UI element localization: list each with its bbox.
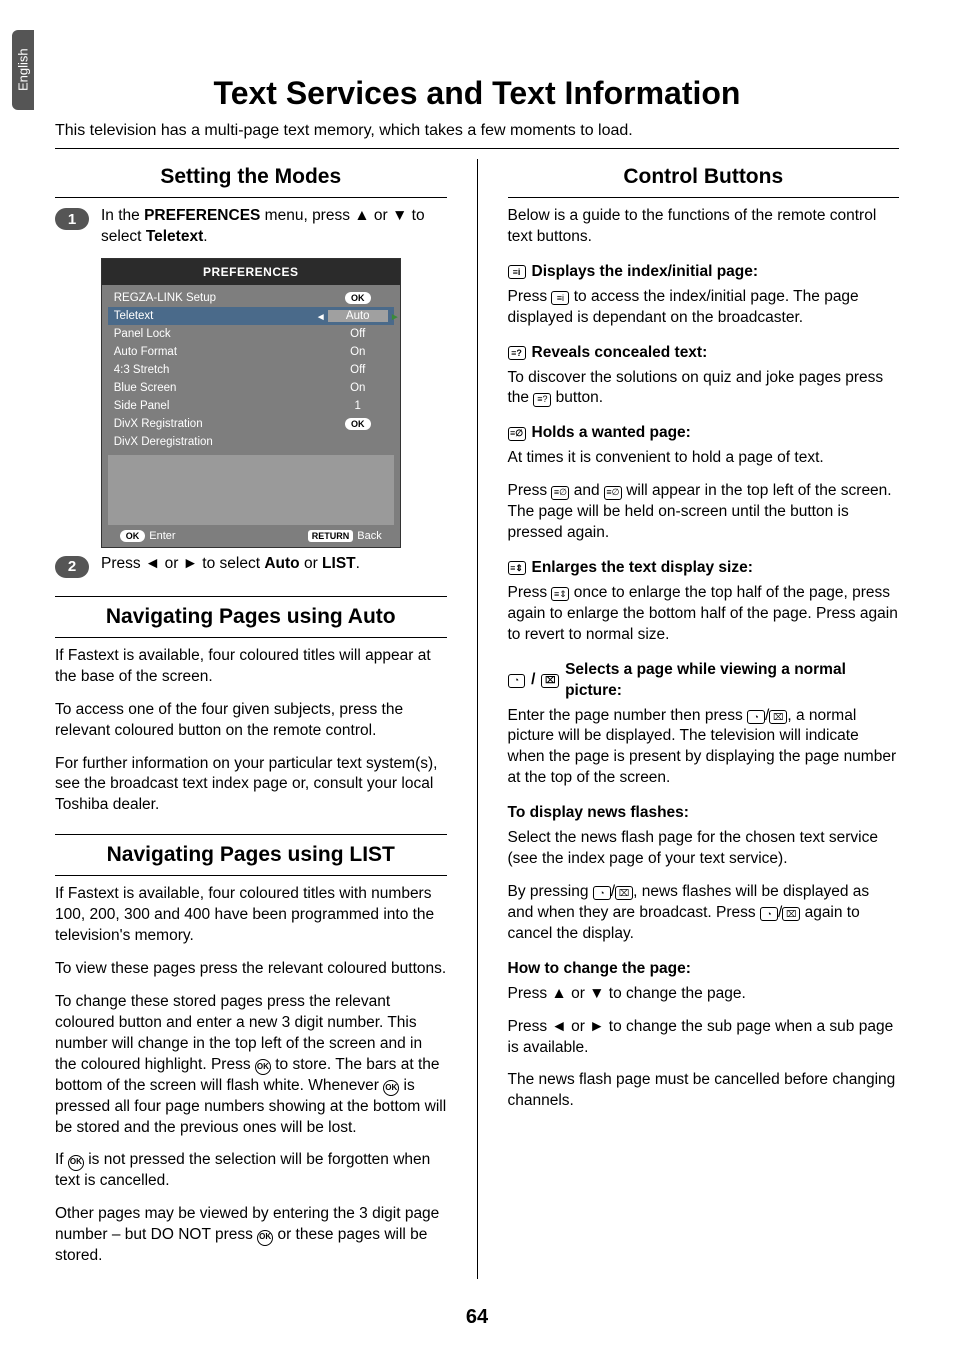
panel-body: REGZA-LINK Setup OK Teletext ◄ Auto ► Pa… — [102, 285, 400, 451]
page-number: 64 — [0, 1306, 954, 1329]
section-rule — [55, 637, 447, 638]
paragraph: If OK is not pressed the selection will … — [55, 1150, 447, 1192]
subheading: ≡∅ Holds a wanted page: — [508, 423, 900, 444]
text-size-icon: ≡⇕ — [551, 587, 569, 601]
manual-page: English Text Services and Text Informati… — [0, 0, 954, 1354]
panel-row: Blue ScreenOn — [108, 379, 394, 397]
panel-row-label: REGZA-LINK Setup — [114, 292, 328, 304]
paragraph: Below is a guide to the functions of the… — [508, 206, 900, 248]
text-index-icon: ≡i — [551, 291, 569, 305]
return-pill-icon: RETURN — [308, 530, 354, 542]
text-hold-icon: ≡∅ — [508, 427, 526, 441]
preferences-osd-panel: PREFERENCES REGZA-LINK Setup OK Teletext… — [101, 258, 401, 548]
tv-cancel-icon: ⌧ — [782, 907, 800, 921]
panel-row-label: Teletext — [114, 310, 328, 322]
step-text: In the PREFERENCES menu, press ▲ or ▼ to… — [101, 206, 447, 248]
tv-cancel-icon: ⌧ — [769, 710, 787, 724]
panel-row-value: OK — [328, 292, 388, 304]
paragraph: Press ▲ or ▼ to change the page. — [508, 984, 900, 1005]
ok-button-icon: OK — [255, 1059, 271, 1075]
right-column: Control Buttons Below is a guide to the … — [508, 159, 900, 1279]
paragraph: To access one of the four given subjects… — [55, 700, 447, 742]
tv-cancel-icon: ⌧ — [615, 886, 633, 900]
section-rule — [55, 875, 447, 876]
paragraph: Select the news flash page for the chose… — [508, 828, 900, 870]
paragraph: For further information on your particul… — [55, 754, 447, 817]
paragraph: Press ≡i to access the index/initial pag… — [508, 287, 900, 329]
intro-text: This television has a multi-page text me… — [55, 122, 899, 140]
step-number-badge: 2 — [55, 556, 89, 578]
panel-row: Side Panel1 — [108, 397, 394, 415]
panel-row: Auto FormatOn — [108, 343, 394, 361]
section-heading: Navigating Pages using LIST — [55, 843, 447, 867]
left-arrow-icon: ◄ — [316, 312, 326, 323]
subheading: ≡⇕ Enlarges the text display size: — [508, 558, 900, 579]
section-heading: Control Buttons — [508, 165, 900, 189]
right-arrow-icon: ► — [390, 312, 400, 323]
panel-row: Panel LockOff — [108, 325, 394, 343]
panel-footer: OK Enter RETURN Back — [102, 525, 400, 547]
subheading: ≡? Reveals concealed text: — [508, 343, 900, 364]
ok-button-icon: OK — [68, 1155, 84, 1171]
clock-icon: ◔ — [593, 886, 611, 900]
subheading: ◔/⌧ Selects a page while viewing a norma… — [508, 660, 900, 702]
section-heading: Setting the Modes — [55, 165, 447, 189]
ok-button-icon: OK — [383, 1080, 399, 1096]
paragraph: At times it is convenient to hold a page… — [508, 448, 900, 469]
subheading: ≡i Displays the index/initial page: — [508, 262, 900, 283]
panel-row: REGZA-LINK Setup OK — [108, 289, 394, 307]
step-2: 2 Press ◄ or ► to select Auto or LIST. — [55, 554, 447, 578]
paragraph: Press ≡⇕ once to enlarge the top half of… — [508, 583, 900, 646]
clock-icon: ◔ — [747, 710, 765, 724]
paragraph: Enter the page number then press ◔/⌧, a … — [508, 706, 900, 790]
clock-icon: ◔ — [508, 674, 526, 688]
paragraph: To view these pages press the relevant c… — [55, 959, 447, 980]
subheading: How to change the page: — [508, 959, 900, 980]
tv-cancel-icon: ⌧ — [541, 674, 559, 688]
paragraph: Press ≡∅ and ≡∅ will appear in the top l… — [508, 481, 900, 544]
text-index-icon: ≡i — [508, 265, 526, 279]
paragraph: Press ◄ or ► to change the sub page when… — [508, 1017, 900, 1059]
text-hold-icon: ≡∅ — [551, 486, 569, 500]
paragraph: Other pages may be viewed by entering th… — [55, 1204, 447, 1267]
ok-pill-icon: OK — [120, 530, 146, 542]
paragraph: If Fastext is available, four coloured t… — [55, 646, 447, 688]
step-text: Press ◄ or ► to select Auto or LIST. — [101, 554, 447, 578]
paragraph: To change these stored pages press the r… — [55, 992, 447, 1138]
subheading: To display news flashes: — [508, 803, 900, 824]
text-reveal-icon: ≡? — [508, 346, 526, 360]
page-title: Text Services and Text Information — [55, 75, 899, 112]
step-number-badge: 1 — [55, 208, 89, 230]
text-size-icon: ≡⇕ — [508, 561, 526, 575]
paragraph: To discover the solutions on quiz and jo… — [508, 368, 900, 410]
panel-title: PREFERENCES — [102, 259, 400, 285]
panel-row: DivX RegistrationOK — [108, 415, 394, 433]
step-1: 1 In the PREFERENCES menu, press ▲ or ▼ … — [55, 206, 447, 248]
ok-button-icon: OK — [257, 1230, 273, 1246]
divider — [55, 148, 899, 149]
paragraph: If Fastext is available, four coloured t… — [55, 884, 447, 947]
clock-icon: ◔ — [760, 907, 778, 921]
section-rule — [508, 197, 900, 198]
section-heading: Navigating Pages using Auto — [55, 605, 447, 629]
paragraph: The news flash page must be cancelled be… — [508, 1070, 900, 1112]
paragraph: By pressing ◔/⌧, news flashes will be di… — [508, 882, 900, 945]
text-hold-icon: ≡∅ — [604, 486, 622, 500]
panel-row-value: ◄ Auto ► — [328, 310, 388, 322]
language-tab: English — [12, 30, 34, 110]
two-column-layout: Setting the Modes 1 In the PREFERENCES m… — [55, 159, 899, 1279]
section-rule — [55, 834, 447, 835]
panel-row: DivX Deregistration — [108, 433, 394, 451]
panel-row-selected: Teletext ◄ Auto ► — [108, 307, 394, 325]
panel-row: 4:3 StretchOff — [108, 361, 394, 379]
section-rule — [55, 596, 447, 597]
panel-spacer — [108, 455, 394, 525]
text-reveal-icon: ≡? — [533, 393, 551, 407]
section-rule — [55, 197, 447, 198]
left-column: Setting the Modes 1 In the PREFERENCES m… — [55, 159, 447, 1279]
column-separator — [477, 159, 478, 1279]
